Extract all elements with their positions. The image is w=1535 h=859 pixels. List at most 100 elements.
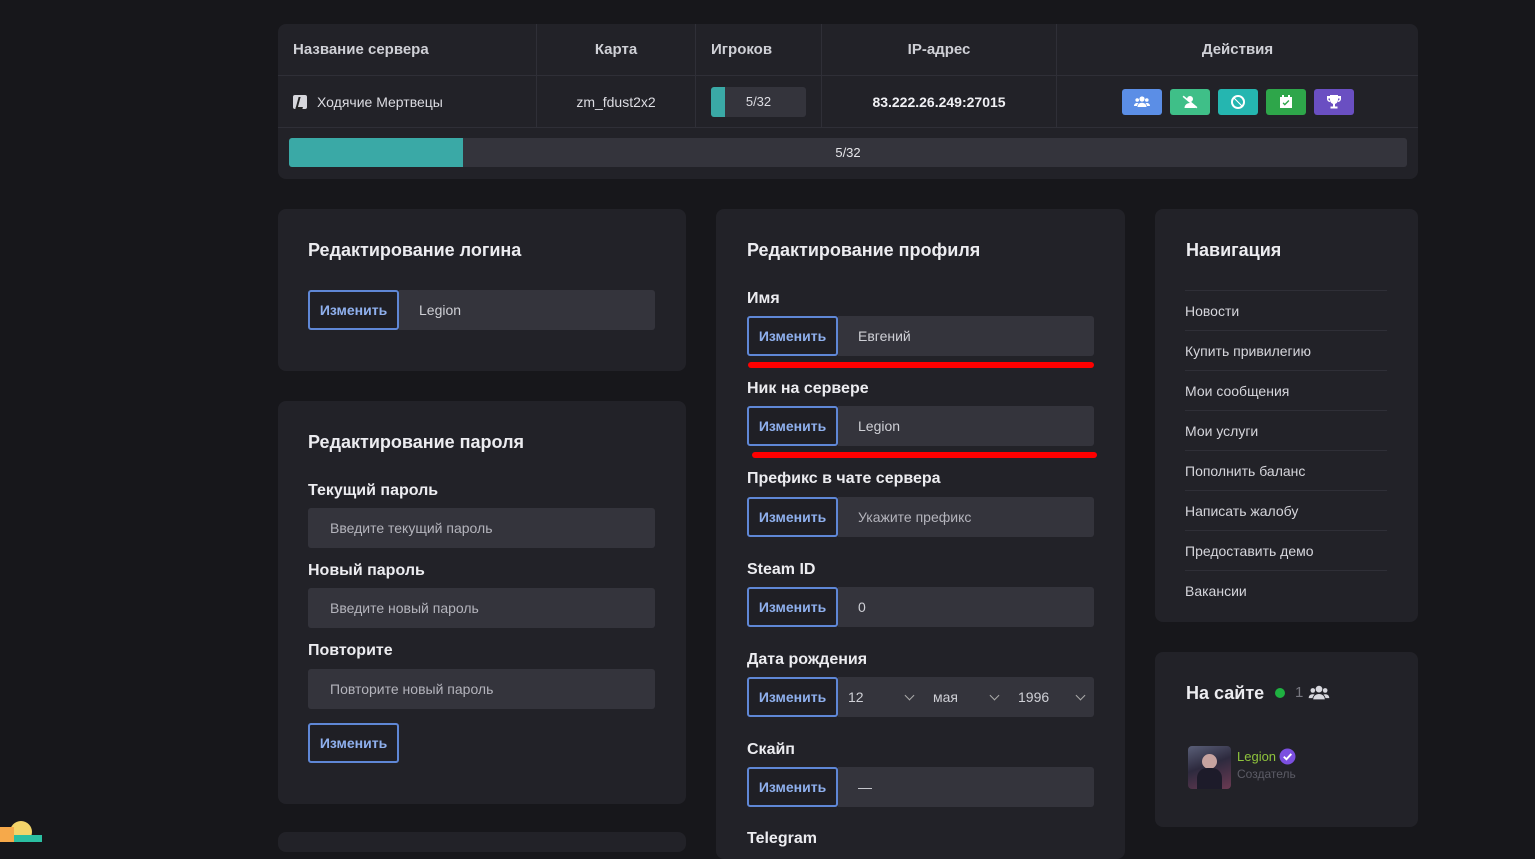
server-map: zm_fdust2x2 [537, 76, 696, 127]
events-button[interactable] [1265, 88, 1306, 115]
birth-input-group: Изменить 12 мая 1996 [747, 677, 1094, 717]
nav-item-services[interactable]: Мои услуги [1185, 410, 1387, 451]
nav-item-complaint[interactable]: Написать жалобу [1185, 490, 1387, 531]
login-edit-card: Редактирование логина Изменить Legion [278, 209, 686, 371]
birth-year-select[interactable]: 1996 [1008, 677, 1094, 717]
players-list-button[interactable] [1121, 88, 1162, 115]
login-change-button[interactable]: Изменить [308, 290, 399, 330]
skype-label: Скайп [747, 741, 795, 758]
table-row: Ходячие Мертвецы zm_fdust2x2 5/32 83.222… [278, 76, 1418, 128]
online-user-role: Создатель [1237, 767, 1296, 781]
nick-input-group: Изменить Legion [747, 406, 1094, 446]
prefix-input-group: Изменить Укажите префикс [747, 497, 1094, 537]
header-actions: Действия [1201, 41, 1274, 58]
server-table: Название сервера Карта Игроков IP-адрес … [278, 24, 1418, 179]
game-icon [293, 94, 307, 109]
ban-list-button[interactable] [1217, 88, 1258, 115]
trophy-icon [1326, 94, 1341, 108]
profile-card-title: Редактирование профиля [747, 240, 981, 260]
online-user[interactable]: Legion [1237, 748, 1296, 765]
telegram-label: Telegram [747, 830, 817, 847]
skype-change-button[interactable]: Изменить [747, 767, 838, 807]
birth-month-select[interactable]: мая [923, 677, 1008, 717]
ip-cell: 83.222.26.249:27015 [822, 76, 1057, 127]
nick-label: Ник на сервере [747, 380, 869, 397]
top-players-button[interactable] [1313, 88, 1354, 115]
nav-item-buy-privilege[interactable]: Купить привилегию [1185, 330, 1387, 371]
birth-month-value: мая [933, 689, 958, 705]
nick-change-button[interactable]: Изменить [747, 406, 838, 446]
server-ip[interactable]: 83.222.26.249:27015 [872, 94, 1005, 110]
players-count: 5/32 [745, 94, 772, 109]
players-progress-bar: 5/32 [289, 138, 1407, 167]
online-user-name[interactable]: Legion [1237, 749, 1276, 764]
prefix-label: Префикс в чате сервера [747, 470, 941, 487]
repeat-password-input[interactable]: Повторите новый пароль [308, 669, 655, 709]
server-name: Ходячие Мертвецы [317, 93, 443, 110]
nav-item-vacancies[interactable]: Вакансии [1185, 570, 1387, 611]
mute-user-button[interactable] [1169, 88, 1210, 115]
players-progress-label: 5/32 [835, 145, 861, 160]
nav-item-demo[interactable]: Предоставить демо [1185, 530, 1387, 571]
new-password-input[interactable]: Введите новый пароль [308, 588, 655, 628]
name-input-group: Изменить Евгений [747, 316, 1094, 356]
new-password-label: Новый пароль [308, 562, 425, 579]
steam-label: Steam ID [747, 561, 816, 578]
password-edit-card: Редактирование пароля Текущий пароль Вве… [278, 401, 686, 804]
navigation-card: Навигация Новости Купить привилегию Мои … [1155, 209, 1418, 622]
online-count: 1 [1295, 684, 1304, 701]
password-card-title: Редактирование пароля [308, 432, 525, 452]
skype-input[interactable]: — [838, 767, 1094, 807]
actions-cell [1057, 76, 1418, 127]
login-input[interactable]: Legion [399, 290, 655, 330]
login-input-group: Изменить Legion [308, 290, 655, 330]
prefix-input[interactable]: Укажите префикс [838, 497, 1094, 537]
players-mini-fill [711, 86, 725, 117]
header-server-name: Название сервера [278, 24, 537, 75]
verified-badge-icon [1279, 748, 1296, 765]
birth-change-button[interactable]: Изменить [747, 677, 838, 717]
repeat-password-label: Повторите [308, 642, 393, 659]
steam-input[interactable]: 0 [838, 587, 1094, 627]
header-map: Карта [537, 24, 696, 75]
next-card [278, 832, 686, 852]
avatar[interactable] [1188, 746, 1231, 789]
decorative-corner-icon [0, 815, 44, 842]
name-label: Имя [747, 290, 780, 307]
birth-label: Дата рождения [747, 651, 868, 668]
online-title: На сайте [1186, 683, 1265, 703]
birth-day-value: 12 [848, 689, 864, 705]
skype-input-group: Изменить — [747, 767, 1094, 807]
players-mini-bar: 5/32 [711, 86, 806, 117]
prefix-change-button[interactable]: Изменить [747, 497, 838, 537]
chevron-down-icon [1075, 690, 1086, 700]
online-card: На сайте 1 Legion Создатель [1155, 652, 1418, 827]
calendar-icon [1279, 94, 1292, 108]
name-input[interactable]: Евгений [838, 316, 1094, 356]
name-change-button[interactable]: Изменить [747, 316, 838, 356]
nick-input[interactable]: Legion [838, 406, 1094, 446]
server-name-cell: Ходячие Мертвецы [278, 76, 537, 127]
birth-day-select[interactable]: 12 [838, 677, 923, 717]
nav-item-news[interactable]: Новости [1185, 290, 1387, 331]
nav-item-balance[interactable]: Пополнить баланс [1185, 450, 1387, 491]
chevron-down-icon [904, 690, 915, 700]
red-underline-mark [752, 452, 1097, 458]
current-password-input[interactable]: Введите текущий пароль [308, 508, 655, 548]
login-card-title: Редактирование логина [308, 240, 522, 260]
server-table-header: Название сервера Карта Игроков IP-адрес … [278, 24, 1418, 76]
ban-icon [1230, 94, 1245, 109]
navigation-title: Навигация [1186, 240, 1282, 260]
birth-year-value: 1996 [1018, 689, 1050, 705]
profile-edit-card: Редактирование профиля Имя Изменить Евге… [716, 209, 1125, 859]
password-change-button[interactable]: Изменить [308, 723, 399, 763]
header-players: Игроков [696, 24, 822, 75]
nav-item-messages[interactable]: Мои сообщения [1185, 370, 1387, 411]
steam-change-button[interactable]: Изменить [747, 587, 838, 627]
users-icon [1308, 685, 1330, 700]
user-slash-icon [1182, 95, 1197, 108]
online-dot-icon [1275, 688, 1285, 698]
current-password-label: Текущий пароль [308, 482, 439, 499]
red-underline-mark [748, 362, 1094, 368]
header-ip: IP-адрес [822, 24, 1057, 75]
